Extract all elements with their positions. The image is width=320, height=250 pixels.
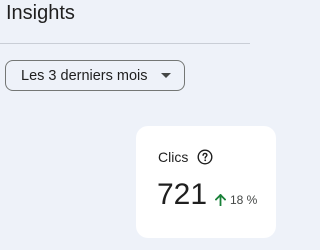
metric-label-row: Clics [158,149,213,165]
metric-label: Clics [158,149,189,165]
date-range-dropdown[interactable]: Les 3 derniers mois [5,60,185,91]
help-circle-icon[interactable] [197,149,213,165]
clicks-metric-card[interactable]: Clics 721 18 % [136,126,276,238]
metric-trend-value: 18 % [230,193,258,207]
metric-value: 721 [157,178,208,211]
page-title: Insights [6,2,75,24]
arrow-up-icon [214,193,227,207]
metric-trend: 18 % [214,193,258,207]
header-divider [0,43,250,44]
date-range-label: Les 3 derniers mois [21,67,148,84]
arrow-drop-down-icon [161,73,171,78]
